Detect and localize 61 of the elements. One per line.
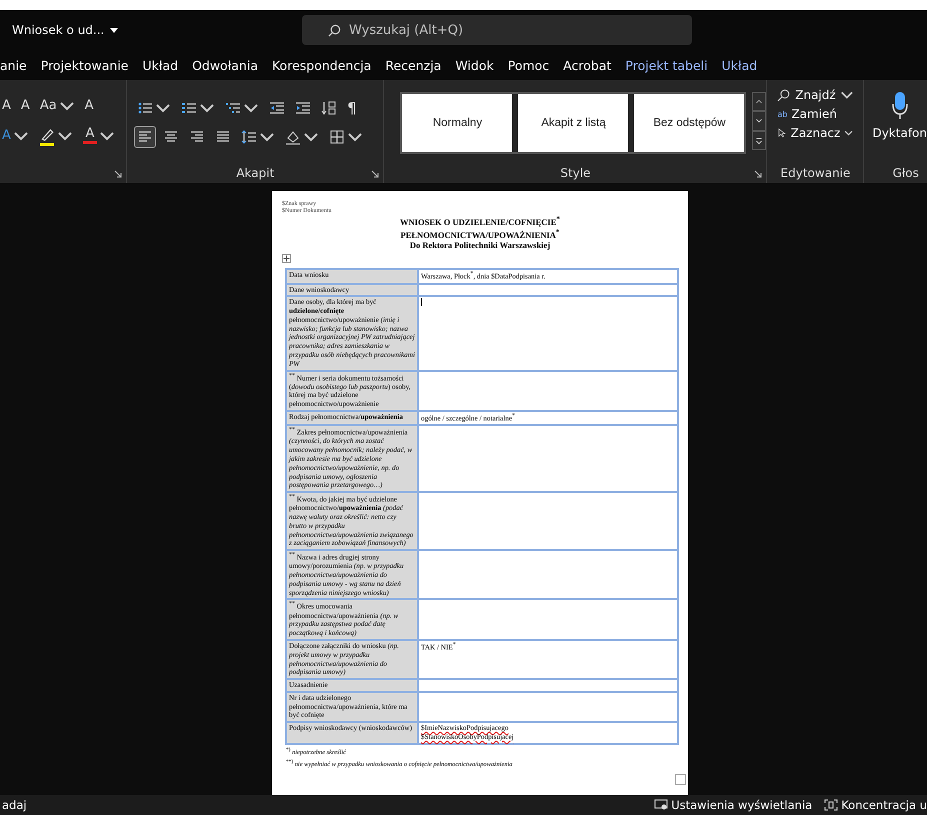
group-label: Edytowanie	[780, 165, 850, 182]
replace-icon: ab	[777, 110, 788, 118]
grow-font-button[interactable]: A	[0, 97, 13, 114]
ribbon-tab[interactable]: Pomoc	[500, 58, 556, 72]
left-button[interactable]	[135, 126, 156, 146]
ribbon-tab[interactable]: Projektowanie	[34, 58, 136, 72]
status-button[interactable]: Ustawienia wyświetlania	[654, 798, 812, 812]
dialog-launcher-icon[interactable]	[114, 170, 122, 178]
bullets-icon	[137, 100, 154, 116]
change-case-button[interactable]: Aa	[38, 96, 77, 116]
search-icon	[777, 88, 792, 102]
text-effects-button[interactable]: A	[0, 126, 31, 146]
document-title: Do Rektora Politechniki Warszawskiej	[408, 240, 552, 250]
borders-icon	[329, 128, 346, 144]
scroll-down-icon[interactable]	[752, 111, 766, 131]
font-color-button[interactable]: A	[80, 125, 117, 146]
search-field[interactable]: Wyszukaj (Alt+Q)	[302, 15, 692, 45]
document-title-menu[interactable]: Wniosek o ud...	[12, 23, 302, 37]
microphone-icon	[892, 92, 908, 120]
find-button[interactable]: Znajdź	[777, 88, 854, 102]
indent-icon	[295, 100, 312, 116]
ribbon-tab[interactable]: Recenzja	[378, 58, 448, 72]
more-styles-icon[interactable]	[752, 130, 766, 150]
right-icon	[189, 128, 206, 144]
ribbon-tab[interactable]: anie	[0, 58, 34, 72]
group-label: Akapit	[236, 165, 274, 182]
shading-icon	[285, 128, 302, 144]
ribbon-tab[interactable]: Widok	[448, 58, 501, 72]
caret-icon	[110, 28, 118, 32]
search-icon	[328, 24, 341, 37]
left-icon	[137, 128, 154, 144]
ribbon-tab[interactable]: Acrobat	[556, 58, 618, 72]
spacing-icon	[241, 128, 258, 144]
status-text: adaj	[1, 798, 28, 812]
dictate-button[interactable]: Dyktafon	[864, 80, 927, 140]
center-icon	[163, 128, 180, 144]
sort-icon	[321, 100, 338, 116]
replace-button[interactable]: ab Zamień	[777, 107, 854, 121]
ribbon-tab[interactable]: Korespondencja	[264, 58, 378, 72]
clear-formatting-button[interactable]: A	[82, 97, 96, 114]
ribbon-tab[interactable]: Projekt tabeli	[618, 58, 715, 72]
pilcrow-button[interactable]: ¶	[345, 96, 359, 118]
ribbon-tab[interactable]: Odwołania	[185, 58, 265, 72]
dialog-launcher-icon[interactable]	[371, 170, 380, 178]
focus-icon	[824, 799, 838, 811]
display-settings-icon	[654, 799, 668, 811]
document-title: PEŁNOMOCNICTWA/UPOWAŻNIENIA$^{*}$	[400, 228, 560, 241]
outdent-icon	[269, 100, 286, 116]
group-label: Głos	[892, 165, 919, 182]
ribbon-tab[interactable]: Układ	[714, 58, 764, 72]
dialog-launcher-icon[interactable]	[754, 170, 762, 178]
justify-icon	[215, 128, 232, 144]
resize-handle[interactable]	[675, 774, 686, 785]
select-button[interactable]: Zaznacz	[777, 126, 854, 140]
cursor-icon	[777, 126, 787, 140]
status-button[interactable]: Koncentracja u	[824, 798, 927, 812]
group-label: Style	[560, 165, 591, 182]
table-move-handle-icon[interactable]	[282, 254, 291, 264]
shrink-font-button[interactable]: A	[18, 97, 32, 114]
document-title: WNIOSEK O UDZIELENIE/COFNIĘCIE$^{*}$	[399, 215, 561, 228]
ribbon-tab[interactable]: Układ	[136, 58, 186, 72]
